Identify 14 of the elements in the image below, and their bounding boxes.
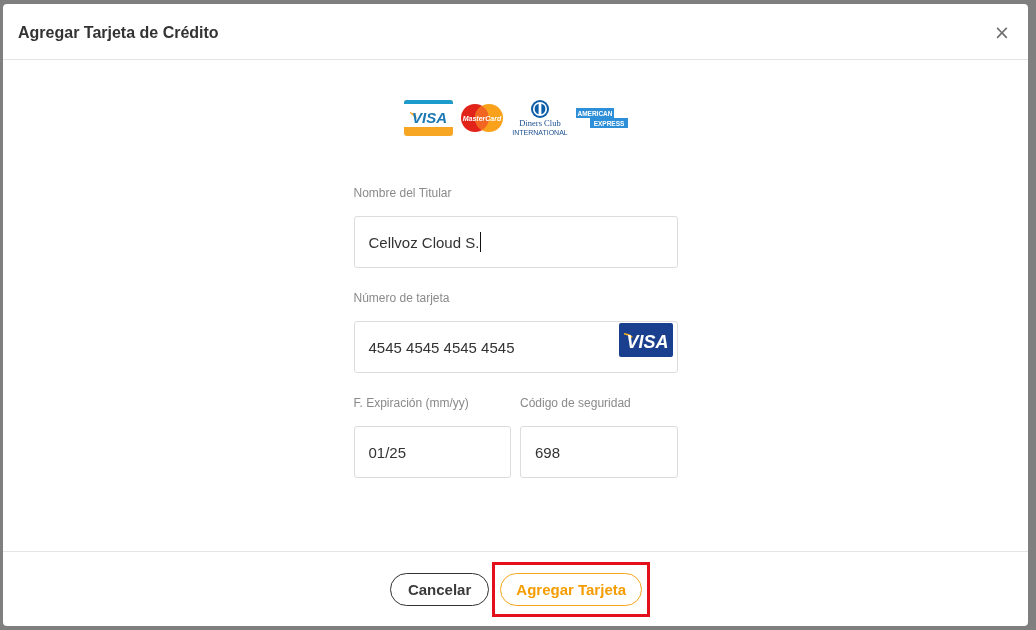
field-label: Número de tarjeta (353, 290, 450, 306)
close-button[interactable]: × (990, 23, 1014, 42)
input-field[interactable]: 01/25 (353, 426, 511, 478)
card-brand-logo: VISA (618, 323, 673, 357)
field-label: Nombre del Titular (353, 185, 452, 201)
dialog-title: Agregar Tarjeta de Crédito (18, 23, 219, 42)
input-field[interactable]: 698 (520, 426, 678, 478)
text-cursor-icon (480, 232, 482, 252)
field-label: Código de seguridad (520, 395, 631, 411)
field-label: F. Expiración (mm/yy) (353, 395, 469, 411)
input-field[interactable]: 4545 4545 4545 4545 VISA (353, 321, 678, 373)
cancel-button[interactable]: Cancelar (389, 572, 490, 606)
input-field[interactable]: Cellvoz Cloud S. (353, 216, 678, 268)
card-brand-logo: VISA (404, 100, 453, 136)
